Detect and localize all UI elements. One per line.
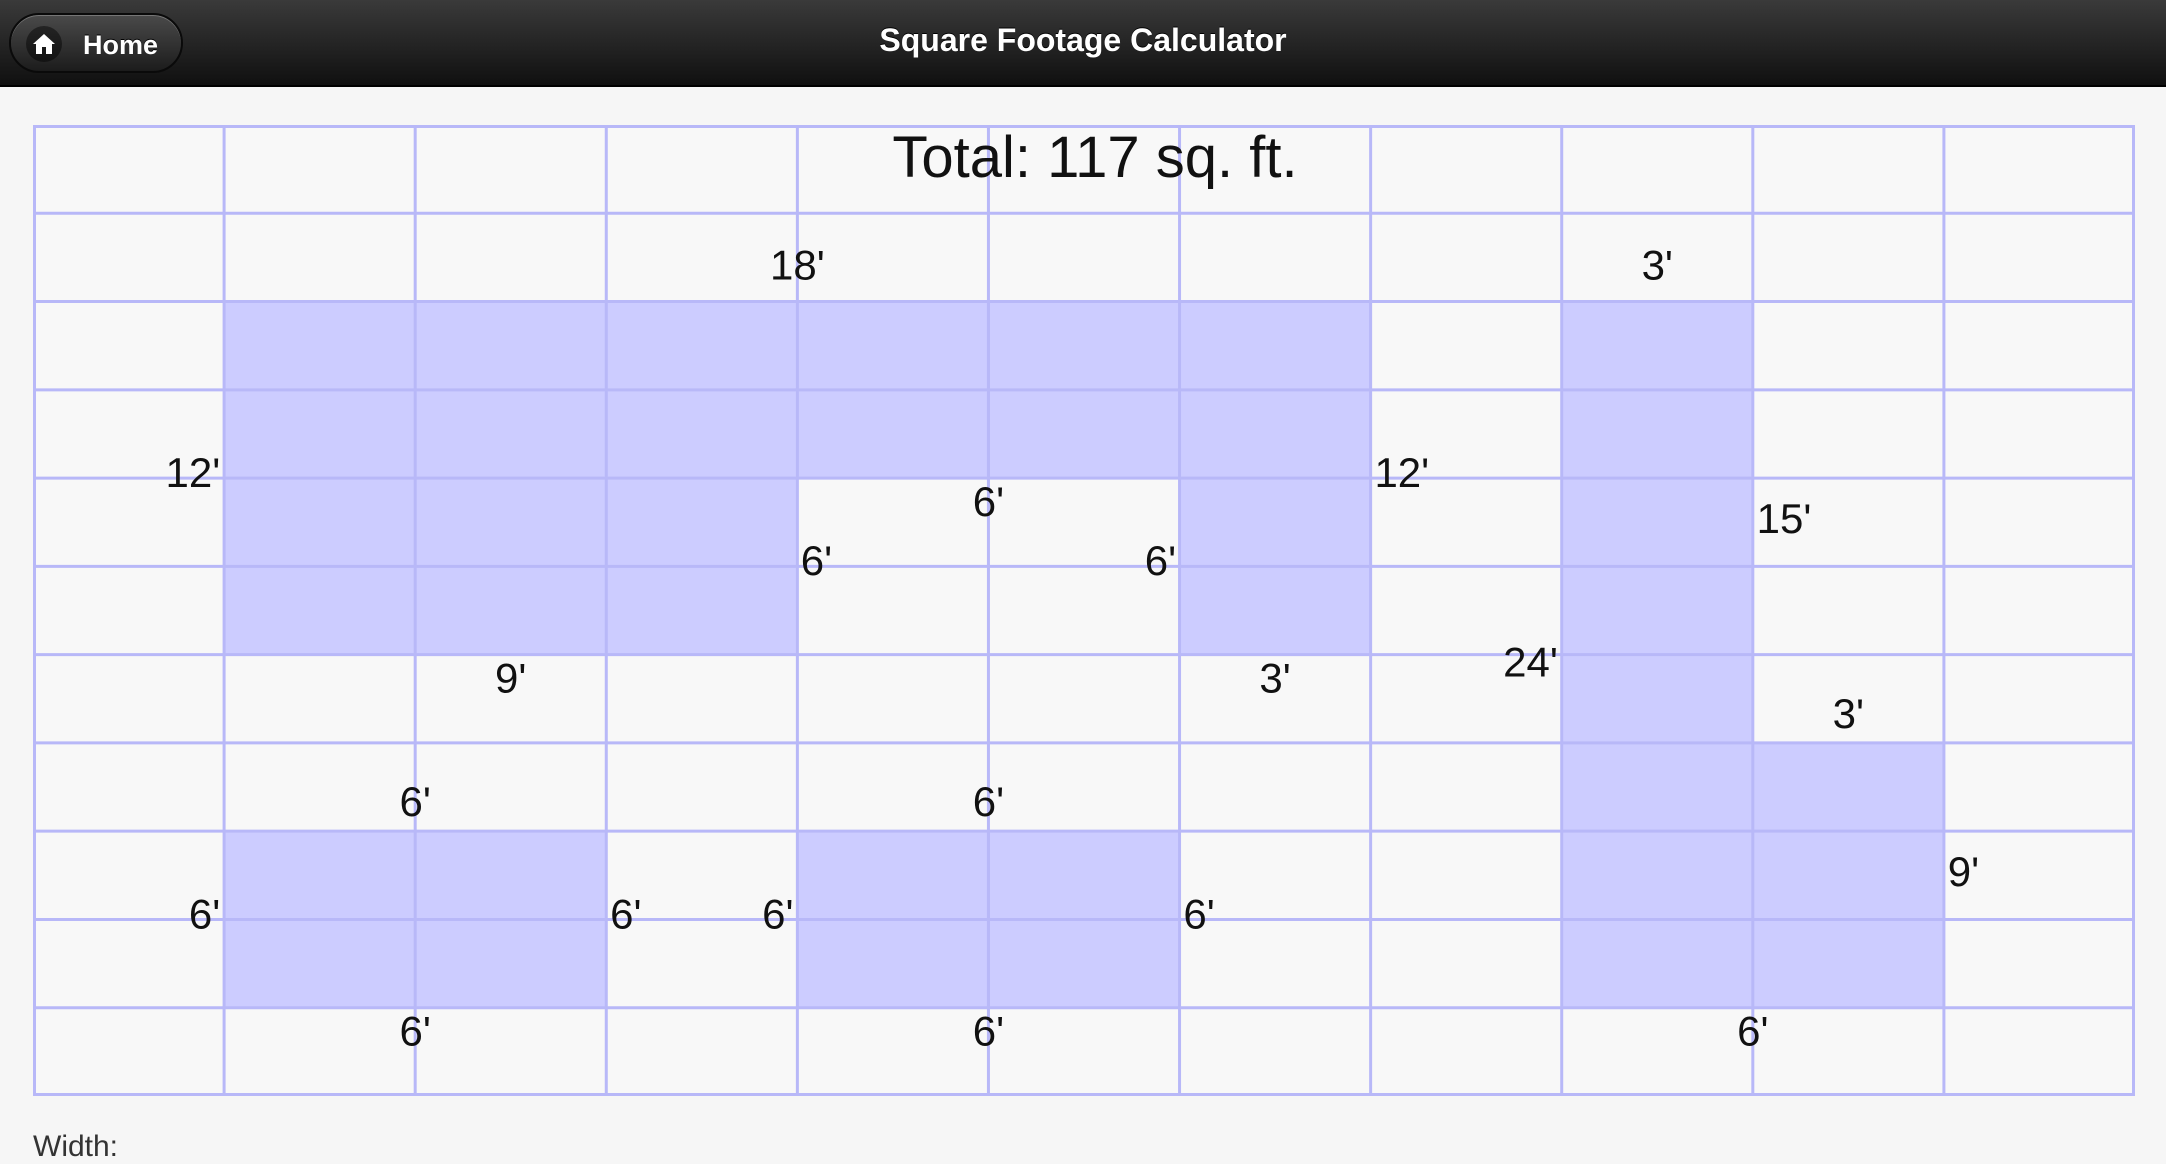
shaded-cell[interactable] bbox=[1752, 742, 1944, 832]
shaded-cell[interactable] bbox=[1561, 478, 1753, 567]
shaded-cell[interactable] bbox=[224, 831, 416, 920]
dimension-label: 6' bbox=[610, 890, 641, 937]
shaded-cell[interactable] bbox=[1561, 301, 1753, 390]
dimension-label: 6' bbox=[1183, 890, 1214, 937]
dimension-label: 9' bbox=[1948, 848, 1979, 895]
shaded-cell[interactable] bbox=[988, 301, 1180, 390]
page-title: Square Footage Calculator bbox=[879, 22, 1287, 58]
shaded-cell[interactable] bbox=[224, 566, 416, 655]
shaded-cell[interactable] bbox=[1752, 919, 1944, 1008]
shaded-cell[interactable] bbox=[1179, 478, 1371, 567]
shaded-cell[interactable] bbox=[1561, 654, 1753, 743]
dimension-label: 15' bbox=[1757, 495, 1812, 542]
floor-plan-canvas[interactable]: Total: 117 sq. ft. 18' 12' 6' 12' 6' 6' 9' 3' 3'… bbox=[33, 125, 2135, 1096]
shaded-cell[interactable] bbox=[606, 301, 798, 390]
dimension-label: 6' bbox=[801, 537, 832, 584]
shaded-cell[interactable] bbox=[415, 478, 607, 567]
floor-plan-grid[interactable]: Total: 117 sq. ft. 18' 12' 6' 12' 6' 6' 9' 3' 3'… bbox=[33, 125, 2135, 1096]
shaded-cell[interactable] bbox=[988, 831, 1180, 920]
shaded-cell[interactable] bbox=[1179, 301, 1371, 390]
dimension-label: 6' bbox=[399, 778, 430, 825]
shaded-cell[interactable] bbox=[1752, 831, 1944, 920]
shaded-cell[interactable] bbox=[415, 919, 607, 1008]
shaded-cell[interactable] bbox=[988, 919, 1180, 1008]
shaded-cell[interactable] bbox=[797, 919, 989, 1008]
shaded-cell[interactable] bbox=[606, 389, 798, 479]
dimension-label: 24' bbox=[1503, 639, 1558, 686]
shaded-cell[interactable] bbox=[224, 478, 416, 567]
shaded-cell[interactable] bbox=[224, 389, 416, 479]
dimension-label: 6' bbox=[189, 890, 220, 937]
shaded-cell[interactable] bbox=[988, 389, 1180, 479]
dimension-label: 6' bbox=[973, 1008, 1004, 1055]
shaded-cell[interactable] bbox=[415, 301, 607, 390]
shaded-cell[interactable] bbox=[1179, 389, 1371, 479]
shaded-cell[interactable] bbox=[1561, 831, 1753, 920]
dimension-label: 3' bbox=[1259, 655, 1290, 702]
dimension-label: 6' bbox=[973, 778, 1004, 825]
total-area-label: Total: 117 sq. ft. bbox=[892, 125, 1297, 190]
shaded-cell[interactable] bbox=[797, 301, 989, 390]
shaded-cell[interactable] bbox=[606, 566, 798, 655]
dimension-label: 6' bbox=[762, 890, 793, 937]
shaded-cell[interactable] bbox=[1561, 742, 1753, 832]
dimension-label: 6' bbox=[973, 478, 1004, 525]
dimension-label: 3' bbox=[1642, 241, 1673, 288]
dimension-label: 3' bbox=[1833, 690, 1864, 737]
dimension-label: 6' bbox=[1145, 537, 1176, 584]
dimension-label: 6' bbox=[1737, 1008, 1768, 1055]
shaded-cell[interactable] bbox=[415, 831, 607, 920]
dimension-label: 9' bbox=[495, 655, 526, 702]
shaded-cell[interactable] bbox=[1179, 566, 1371, 655]
shaded-cell[interactable] bbox=[224, 301, 416, 390]
shaded-cell[interactable] bbox=[1561, 389, 1753, 479]
shaded-cell[interactable] bbox=[224, 919, 416, 1008]
header-bar: Home Square Footage Calculator bbox=[0, 0, 2166, 87]
dimension-label: 18' bbox=[770, 241, 825, 288]
shaded-cell[interactable] bbox=[606, 478, 798, 567]
dimension-label: 6' bbox=[399, 1008, 430, 1055]
dimension-label: 12' bbox=[1374, 449, 1429, 496]
shaded-cell[interactable] bbox=[797, 831, 989, 920]
shaded-cell[interactable] bbox=[415, 389, 607, 479]
shaded-cell[interactable] bbox=[797, 389, 989, 479]
shaded-cell[interactable] bbox=[1561, 566, 1753, 655]
width-field-label: Width: bbox=[33, 1130, 119, 1163]
shaded-cell[interactable] bbox=[1561, 919, 1753, 1008]
dimension-label: 12' bbox=[166, 449, 221, 496]
shaded-cell[interactable] bbox=[415, 566, 607, 655]
